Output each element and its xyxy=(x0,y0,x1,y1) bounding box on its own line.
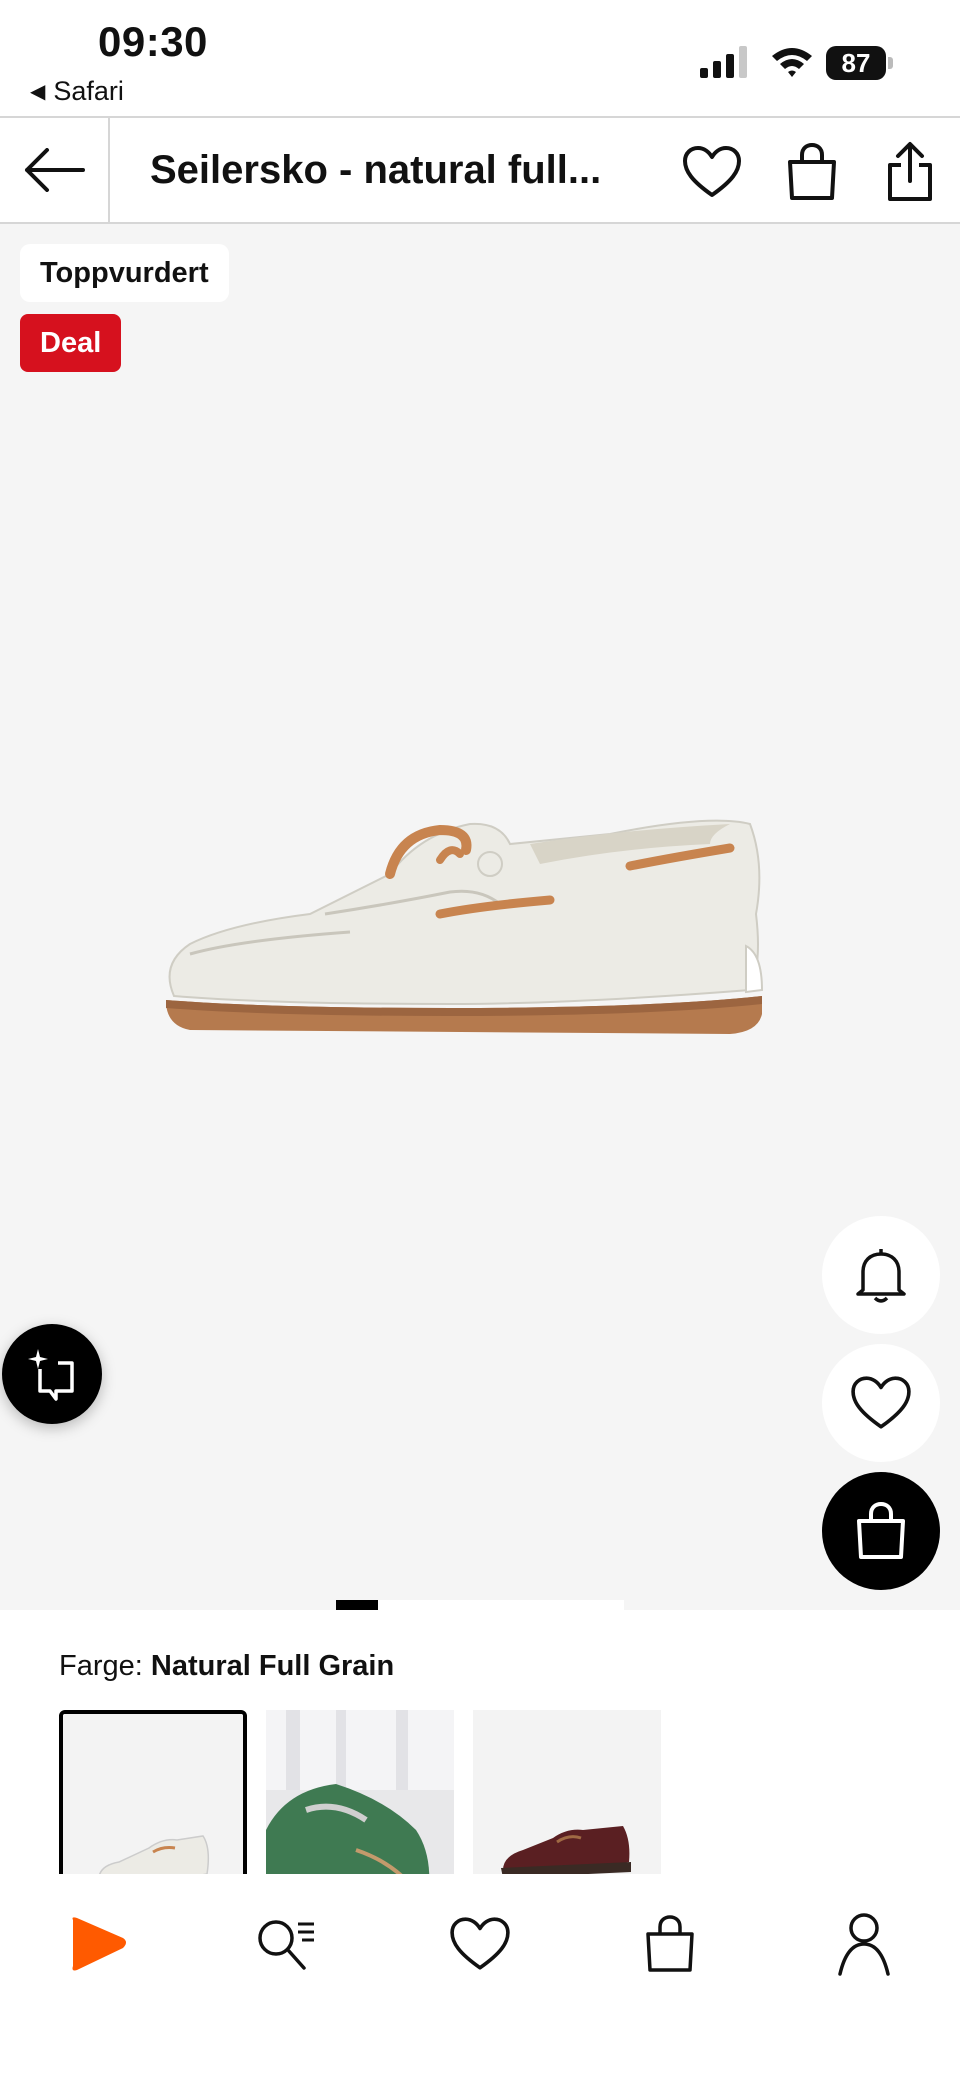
back-triangle-icon: ◀ xyxy=(30,81,46,103)
back-button[interactable] xyxy=(0,118,110,222)
bell-icon xyxy=(856,1249,906,1303)
swatch-image xyxy=(473,1710,661,1874)
bottom-tab-bar xyxy=(0,1874,960,2078)
share-icon xyxy=(888,142,932,201)
shopping-bag-icon xyxy=(646,1915,694,1972)
color-label-row: Farge: Natural Full Grain xyxy=(59,1650,394,1683)
swatch-image xyxy=(63,1714,243,1874)
heart-icon xyxy=(450,1917,510,1970)
image-pager xyxy=(336,1600,624,1610)
arrow-left-icon xyxy=(25,148,85,192)
product-image-gallery[interactable]: Toppvurdert Deal xyxy=(0,224,960,1610)
heart-icon xyxy=(851,1376,911,1429)
tab-search[interactable] xyxy=(246,1904,326,1984)
home-icon xyxy=(72,1917,126,1971)
cellular-signal-icon xyxy=(700,46,747,78)
share-button[interactable] xyxy=(878,140,942,204)
profile-icon xyxy=(838,1913,890,1976)
color-swatch-natural-full-grain[interactable] xyxy=(59,1710,247,1874)
color-swatch-green[interactable] xyxy=(266,1710,454,1874)
wishlist-float-button[interactable] xyxy=(822,1344,940,1462)
shopping-bag-icon xyxy=(788,142,836,200)
battery-nub xyxy=(888,57,893,69)
wifi-icon xyxy=(772,48,812,77)
search-icon xyxy=(258,1920,314,1970)
bag-header-button[interactable] xyxy=(780,140,844,204)
status-bar: 09:30 ◀ Safari 87 xyxy=(0,0,960,116)
product-image xyxy=(166,819,764,1034)
product-header: Seilersko - natural full... xyxy=(0,116,960,224)
deal-badge: Deal xyxy=(20,314,122,372)
battery-indicator: 87 xyxy=(826,46,893,80)
wishlist-header-button[interactable] xyxy=(680,140,744,204)
tab-profile[interactable] xyxy=(824,1904,904,1984)
back-to-app-button[interactable]: ◀ Safari xyxy=(30,76,124,107)
heart-icon xyxy=(683,146,741,197)
tab-wishlist[interactable] xyxy=(440,1904,520,1984)
color-swatch-burgundy[interactable] xyxy=(473,1710,661,1874)
tab-bag[interactable] xyxy=(630,1904,710,1984)
swatch-image xyxy=(266,1710,454,1874)
back-app-label: Safari xyxy=(53,76,124,106)
add-to-bag-float-button[interactable] xyxy=(822,1472,940,1590)
color-selector: Farge: Natural Full Grain xyxy=(0,1610,960,1874)
ai-assistant-button[interactable] xyxy=(2,1324,102,1424)
selected-color-name: Natural Full Grain xyxy=(150,1650,395,1682)
color-label: Farge: xyxy=(59,1650,143,1682)
shopping-bag-icon xyxy=(857,1501,905,1559)
tab-home[interactable] xyxy=(56,1904,136,1984)
image-pager-active xyxy=(336,1600,378,1610)
sparkle-chat-icon xyxy=(28,1349,74,1401)
top-rated-badge: Toppvurdert xyxy=(20,244,229,302)
price-alert-button[interactable] xyxy=(822,1216,940,1334)
page-title: Seilersko - natural full... xyxy=(150,148,602,192)
status-time: 09:30 xyxy=(98,18,208,65)
battery-level: 87 xyxy=(826,46,886,80)
